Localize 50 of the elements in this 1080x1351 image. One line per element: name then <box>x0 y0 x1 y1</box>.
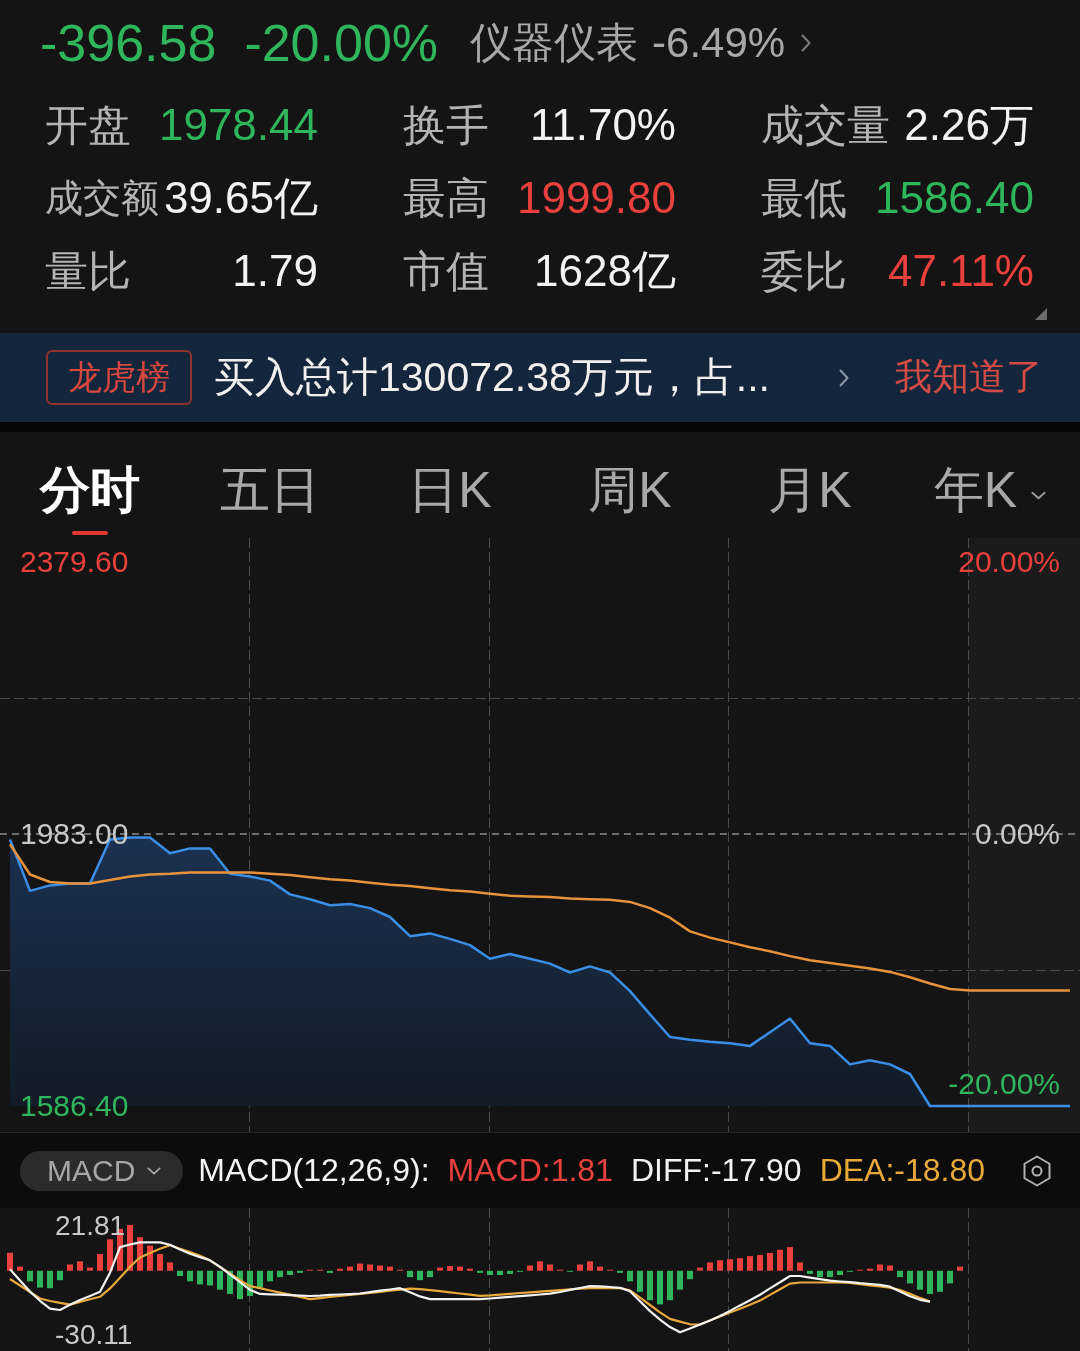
ranking-tag[interactable]: 龙虎榜 <box>46 350 192 405</box>
percent-axis-label: -20.00% <box>948 1067 1060 1101</box>
price-axis-label: 2379.60 <box>20 545 129 579</box>
stat-label: 成交量 <box>761 101 890 150</box>
indicator-value: DIFF:-17.90 <box>630 1152 802 1189</box>
settings-icon[interactable] <box>1022 1154 1052 1187</box>
indicator-value: MACD:1.81 <box>447 1152 613 1189</box>
period-tab[interactable]: 月K <box>768 465 852 535</box>
stat-label: 量比 <box>45 247 131 296</box>
stat-label: 委比 <box>761 247 847 296</box>
indicator-axis-label: -30.11 <box>55 1318 133 1350</box>
stat-value: 2.26万 <box>904 101 1034 150</box>
price-axis-label: 1586.40 <box>20 1089 129 1123</box>
stat-label: 成交额 <box>45 177 159 220</box>
chevron-right-icon <box>801 34 812 52</box>
notice-text: 买入总计130072.38万元，占... <box>214 352 770 402</box>
corner-triangle-icon <box>1035 308 1047 320</box>
stat-label: 换手 <box>403 101 489 150</box>
period-tab[interactable]: 周K <box>588 465 672 535</box>
percent-axis-label: 20.00% <box>958 545 1060 579</box>
stat-value: 11.70% <box>530 101 676 150</box>
stat-value: 39.65亿 <box>163 174 318 223</box>
stat-value: 1628亿 <box>534 247 676 296</box>
stat-value: 1.79 <box>232 247 318 296</box>
period-tab[interactable]: 五日 <box>220 465 320 535</box>
sector-change: -6.49% <box>652 19 786 67</box>
sector-name[interactable]: 仪器仪表 <box>470 19 639 67</box>
stat-value: 1999.80 <box>516 174 676 223</box>
caret-down-icon <box>147 1166 162 1175</box>
stat-label: 开盘 <box>45 101 131 150</box>
stat-value: 1586.40 <box>874 174 1034 223</box>
indicator-params: MACD(12,26,9): <box>198 1152 430 1189</box>
notice-banner[interactable]: 龙虎榜 买入总计130072.38万元，占... 我知道了 <box>0 333 1080 422</box>
period-tab[interactable]: 日K <box>408 465 492 535</box>
period-tab[interactable]: 分时 <box>40 465 140 535</box>
price-axis-label: 1983.00 <box>20 817 129 851</box>
stat-value: 47.11% <box>888 247 1034 296</box>
stat-label: 最高 <box>403 174 489 223</box>
stat-label: 最低 <box>761 174 847 223</box>
stat-value: 1978.44 <box>158 101 318 150</box>
chevron-right-icon <box>839 368 849 387</box>
indicator-value: DEA:-18.80 <box>819 1152 986 1189</box>
price-change: -396.58 <box>40 17 217 69</box>
percent-axis-label: 0.00% <box>974 817 1060 851</box>
period-tab[interactable]: 年K <box>933 465 1047 535</box>
dismiss-link[interactable]: 我知道了 <box>895 355 1043 400</box>
stat-label: 市值 <box>403 247 489 296</box>
indicator-selector[interactable]: MACD <box>20 1150 184 1191</box>
percent-change: -20.00% <box>244 17 439 69</box>
indicator-axis-label: 21.81 <box>55 1209 126 1241</box>
